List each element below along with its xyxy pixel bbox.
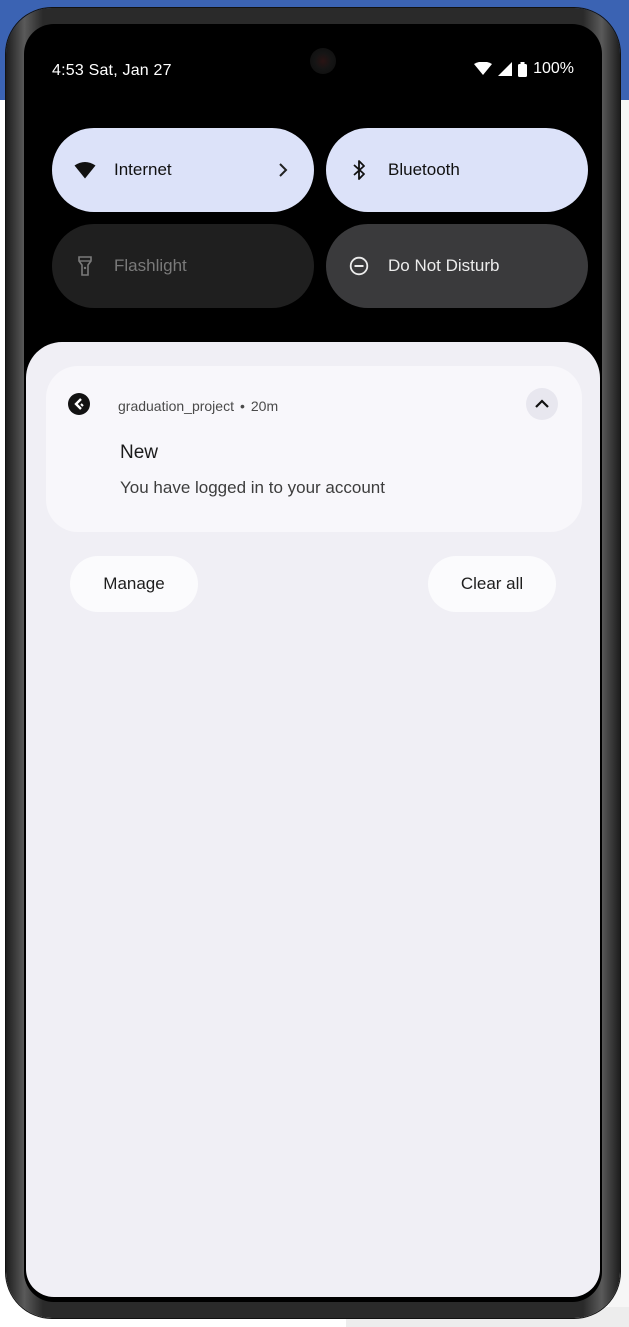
notification-card[interactable]: graduation_project • 20m New You have logg… (46, 366, 582, 532)
phone-screen: 4:53 Sat, Jan 27 100% Internet Bluetooth… (24, 24, 602, 1302)
tile-flashlight[interactable]: Flashlight (52, 224, 314, 308)
status-time-date: 4:53 Sat, Jan 27 (52, 62, 172, 79)
front-camera (310, 48, 336, 74)
tile-bluetooth-label: Bluetooth (388, 160, 460, 179)
notification-time: 20m (250, 398, 279, 414)
tile-flashlight-label: Flashlight (114, 256, 187, 275)
tile-internet[interactable]: Internet (52, 128, 314, 212)
manage-button[interactable]: Manage (70, 556, 198, 612)
battery-percent: 100% (533, 60, 574, 77)
chevron-right-icon (278, 128, 288, 212)
phone-frame: 4:53 Sat, Jan 27 100% Internet Bluetooth… (6, 8, 620, 1318)
status-icons: 100% (474, 60, 574, 78)
notification-separator: • (239, 398, 245, 414)
notification-shade: graduation_project • 20m New You have logg… (26, 342, 600, 1297)
chevron-up-icon (535, 395, 549, 413)
tile-internet-label: Internet (114, 160, 172, 179)
wifi-signal-icon (474, 62, 493, 76)
tile-do-not-disturb[interactable]: Do Not Disturb (326, 224, 588, 308)
notification-header: graduation_project • 20m (118, 398, 278, 414)
tile-dnd-label: Do Not Disturb (388, 256, 500, 275)
app-icon (68, 393, 90, 415)
tile-bluetooth[interactable]: Bluetooth (326, 128, 588, 212)
clear-all-button[interactable]: Clear all (428, 556, 556, 612)
notification-body: You have logged in to your account (120, 478, 385, 497)
notification-title: New (120, 442, 159, 463)
battery-icon (518, 61, 528, 77)
bluetooth-icon (348, 159, 370, 181)
flashlight-icon (74, 255, 96, 277)
screen: 4:53 Sat, Jan 27 100% Internet Bluetooth… (0, 0, 629, 1327)
wifi-icon (74, 159, 96, 181)
cell-signal-icon (498, 62, 513, 76)
do-not-disturb-icon (348, 255, 370, 277)
notification-app-name: graduation_project (118, 398, 234, 414)
collapse-notification-button[interactable] (526, 388, 558, 420)
